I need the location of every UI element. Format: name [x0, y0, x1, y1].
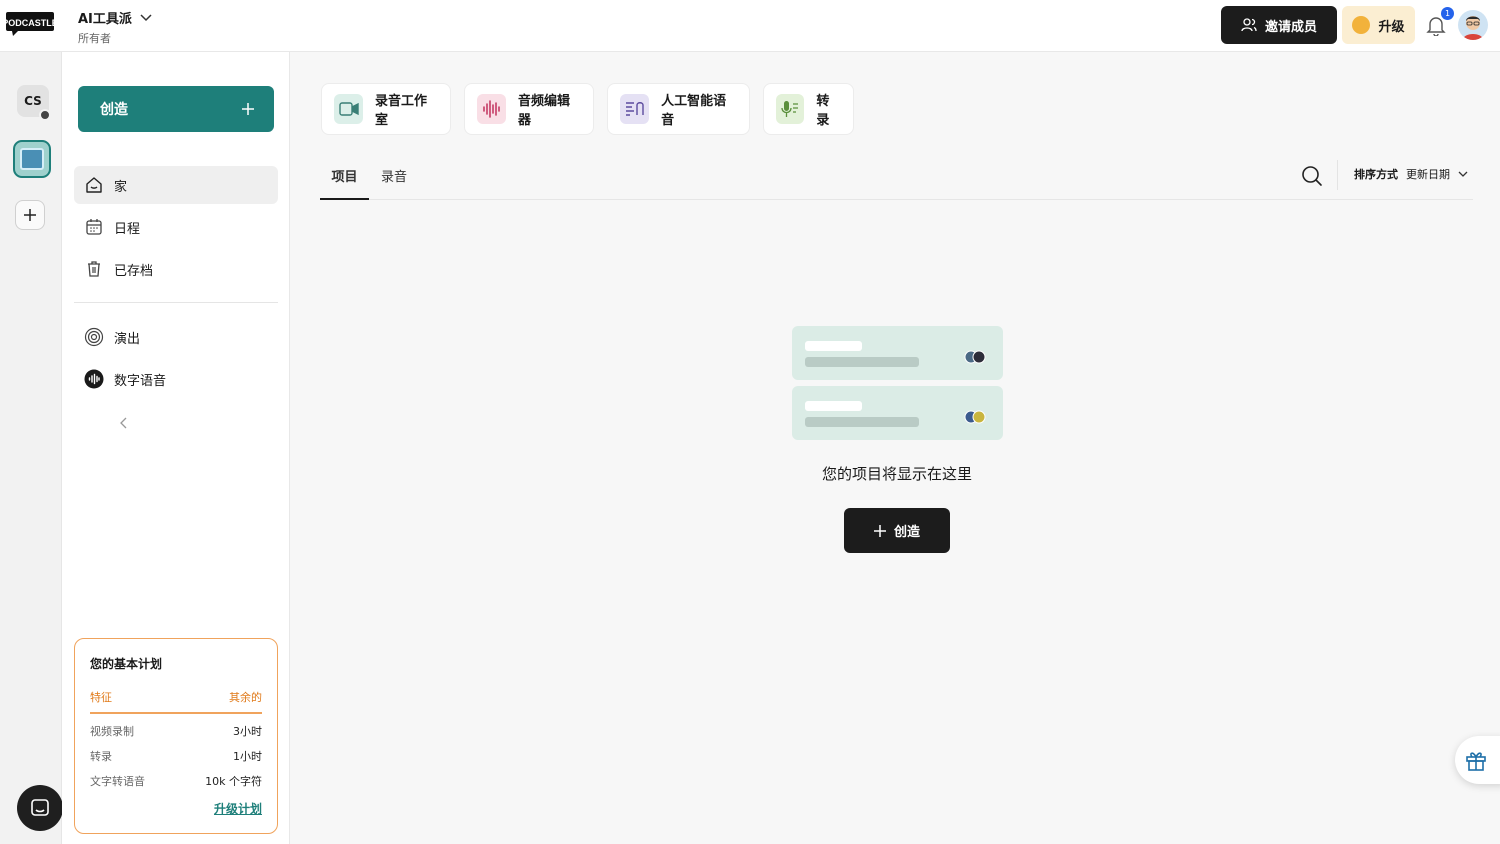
empty-state-message: 您的项目将显示在这里 [821, 465, 972, 483]
notification-badge: 1 [1441, 7, 1454, 20]
plan-row: 文字转语音 10k 个字符 [90, 775, 262, 788]
sort-dropdown[interactable]: 排序方式 更新日期 [1354, 166, 1468, 182]
trash-icon [84, 259, 104, 279]
status-dot [39, 109, 51, 121]
transcribe-icon [776, 94, 805, 124]
plan-title: 您的基本计划 [90, 657, 163, 671]
users-icon [1241, 18, 1257, 32]
sidebar: 创造 家 日程 已存档 演出 数字语音 您的基本计划 特征 其余的 视频录制 3… [62, 52, 290, 844]
sidebar-item-schedule[interactable]: 日程 [74, 208, 278, 246]
tab-recordings[interactable]: 录音 [381, 166, 407, 200]
plus-icon [24, 209, 36, 221]
sidebar-item-home[interactable]: 家 [74, 166, 278, 204]
home-icon [84, 175, 104, 195]
workspace-switcher[interactable]: AI工具派 所有者 [78, 8, 152, 46]
sidebar-item-digital-voice[interactable]: 数字语音 [74, 360, 278, 398]
empty-state-illustration-card [792, 326, 1003, 380]
chevron-down-icon [140, 13, 152, 21]
plus-icon [242, 103, 254, 115]
gift-button[interactable] [1455, 736, 1500, 784]
podcast-icon [84, 327, 104, 347]
empty-state-illustration-card [792, 386, 1003, 440]
calendar-icon [84, 217, 104, 237]
tab-projects[interactable]: 项目 [320, 166, 369, 200]
gift-icon [1466, 752, 1486, 771]
search-icon[interactable] [1301, 165, 1323, 187]
sidebar-item-shows[interactable]: 演出 [74, 318, 278, 356]
tool-transcribe[interactable]: 转录 [763, 83, 854, 135]
video-camera-icon [334, 94, 364, 124]
chat-icon [31, 799, 49, 816]
workspace-thumbnail [20, 148, 44, 170]
tool-ai-voice[interactable]: 人工智能语音 [607, 83, 750, 135]
sort-divider [1337, 160, 1338, 190]
user-avatar[interactable] [1458, 10, 1488, 40]
workspace-role: 所有者 [78, 32, 111, 45]
crown-coin-icon [1352, 16, 1371, 34]
top-bar: PODCASTLE AI工具派 所有者 邀请成员 升级 1 [0, 0, 1500, 52]
plan-row: 转录 1小时 [90, 750, 262, 763]
collapse-sidebar-icon[interactable] [114, 412, 134, 434]
sidebar-divider [74, 302, 278, 303]
create-button[interactable]: 创造 [78, 86, 274, 132]
audio-wave-icon [477, 94, 507, 124]
plan-table-header: 特征 其余的 [90, 689, 262, 714]
main-content: 录音工作室 音频编辑器 人工智能语音 转录 项目 录音 排序方式 更新日期 您的… [290, 52, 1500, 844]
ai-voice-icon [620, 94, 650, 124]
svg-text:PODCASTLE: PODCASTLE [6, 18, 54, 28]
workspace-name: AI工具派 [78, 12, 132, 27]
upgrade-plan-link[interactable]: 升级计划 [214, 800, 262, 817]
tool-recording-studio[interactable]: 录音工作室 [321, 83, 451, 135]
tool-audio-editor[interactable]: 音频编辑器 [464, 83, 594, 135]
sidebar-item-archived[interactable]: 已存档 [74, 250, 278, 288]
chevron-down-icon [1458, 171, 1468, 177]
waveform-icon [84, 369, 104, 389]
chat-support-button[interactable] [17, 785, 63, 831]
upgrade-button[interactable]: 升级 [1342, 6, 1415, 44]
invite-members-button[interactable]: 邀请成员 [1221, 6, 1337, 44]
workspace-ai-button[interactable] [13, 140, 51, 178]
podcastle-logo[interactable]: PODCASTLE [6, 12, 54, 36]
plus-icon [873, 524, 886, 537]
plan-card: 您的基本计划 特征 其余的 视频录制 3小时 转录 1小时 文字转语音 10k … [74, 638, 278, 834]
plan-row: 视频录制 3小时 [90, 725, 262, 738]
empty-create-button[interactable]: 创造 [844, 508, 950, 553]
add-workspace-button[interactable] [15, 200, 45, 230]
workspace-rail: CS [0, 52, 63, 844]
